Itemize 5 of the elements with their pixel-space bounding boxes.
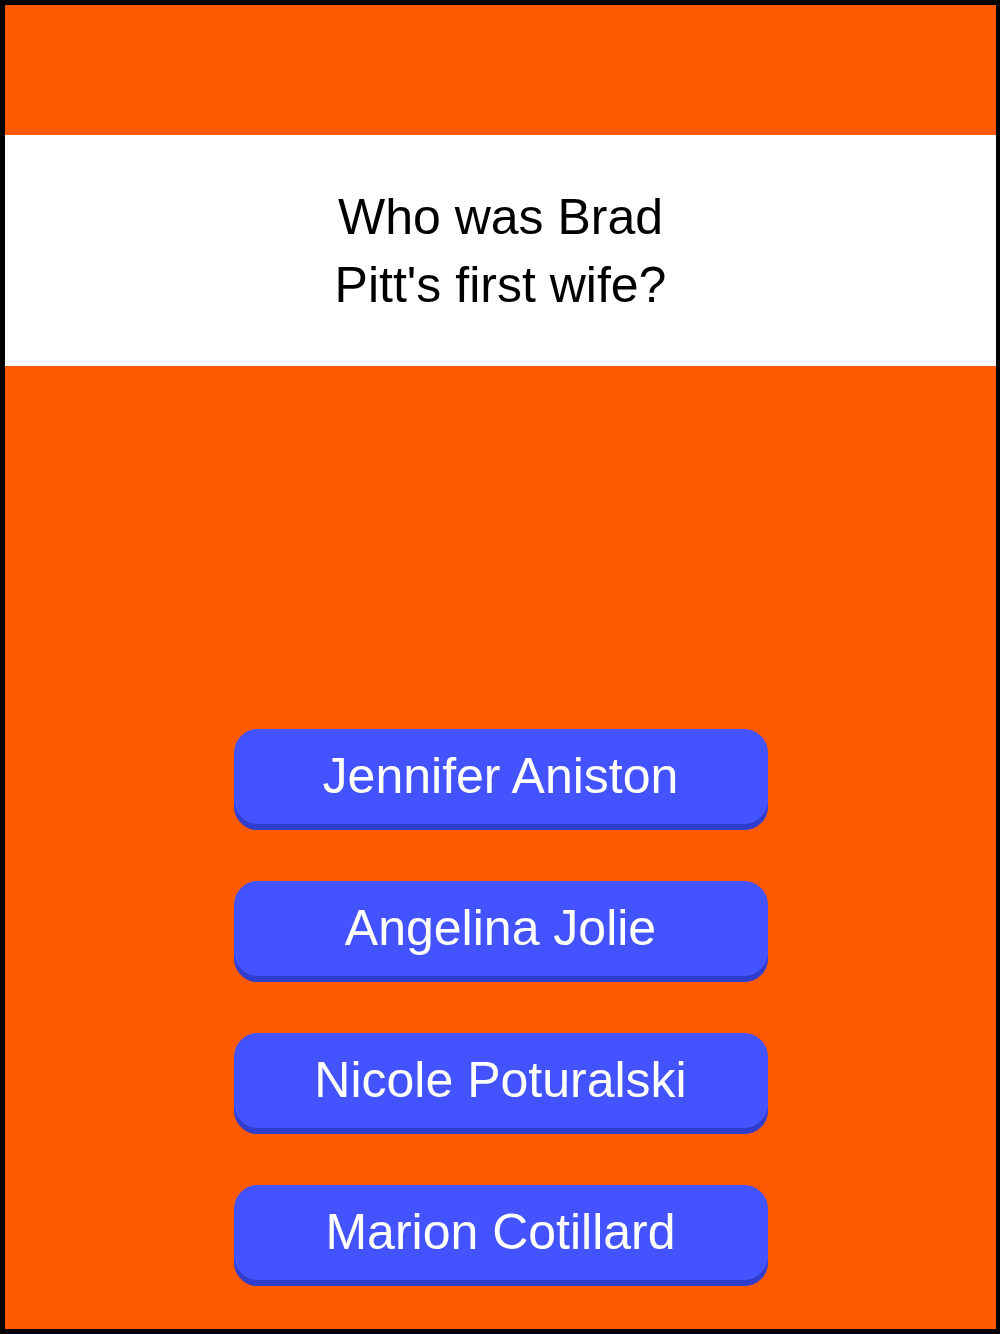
answer-button[interactable]: Nicole Poturalski	[233, 1033, 768, 1134]
question-text: Who was Brad Pitt's first wife?	[333, 187, 668, 315]
answer-button[interactable]: Marion Cotillard	[233, 1185, 768, 1286]
answer-button[interactable]: Jennifer Aniston	[233, 729, 768, 830]
answer-button[interactable]: Angelina Jolie	[233, 881, 768, 982]
